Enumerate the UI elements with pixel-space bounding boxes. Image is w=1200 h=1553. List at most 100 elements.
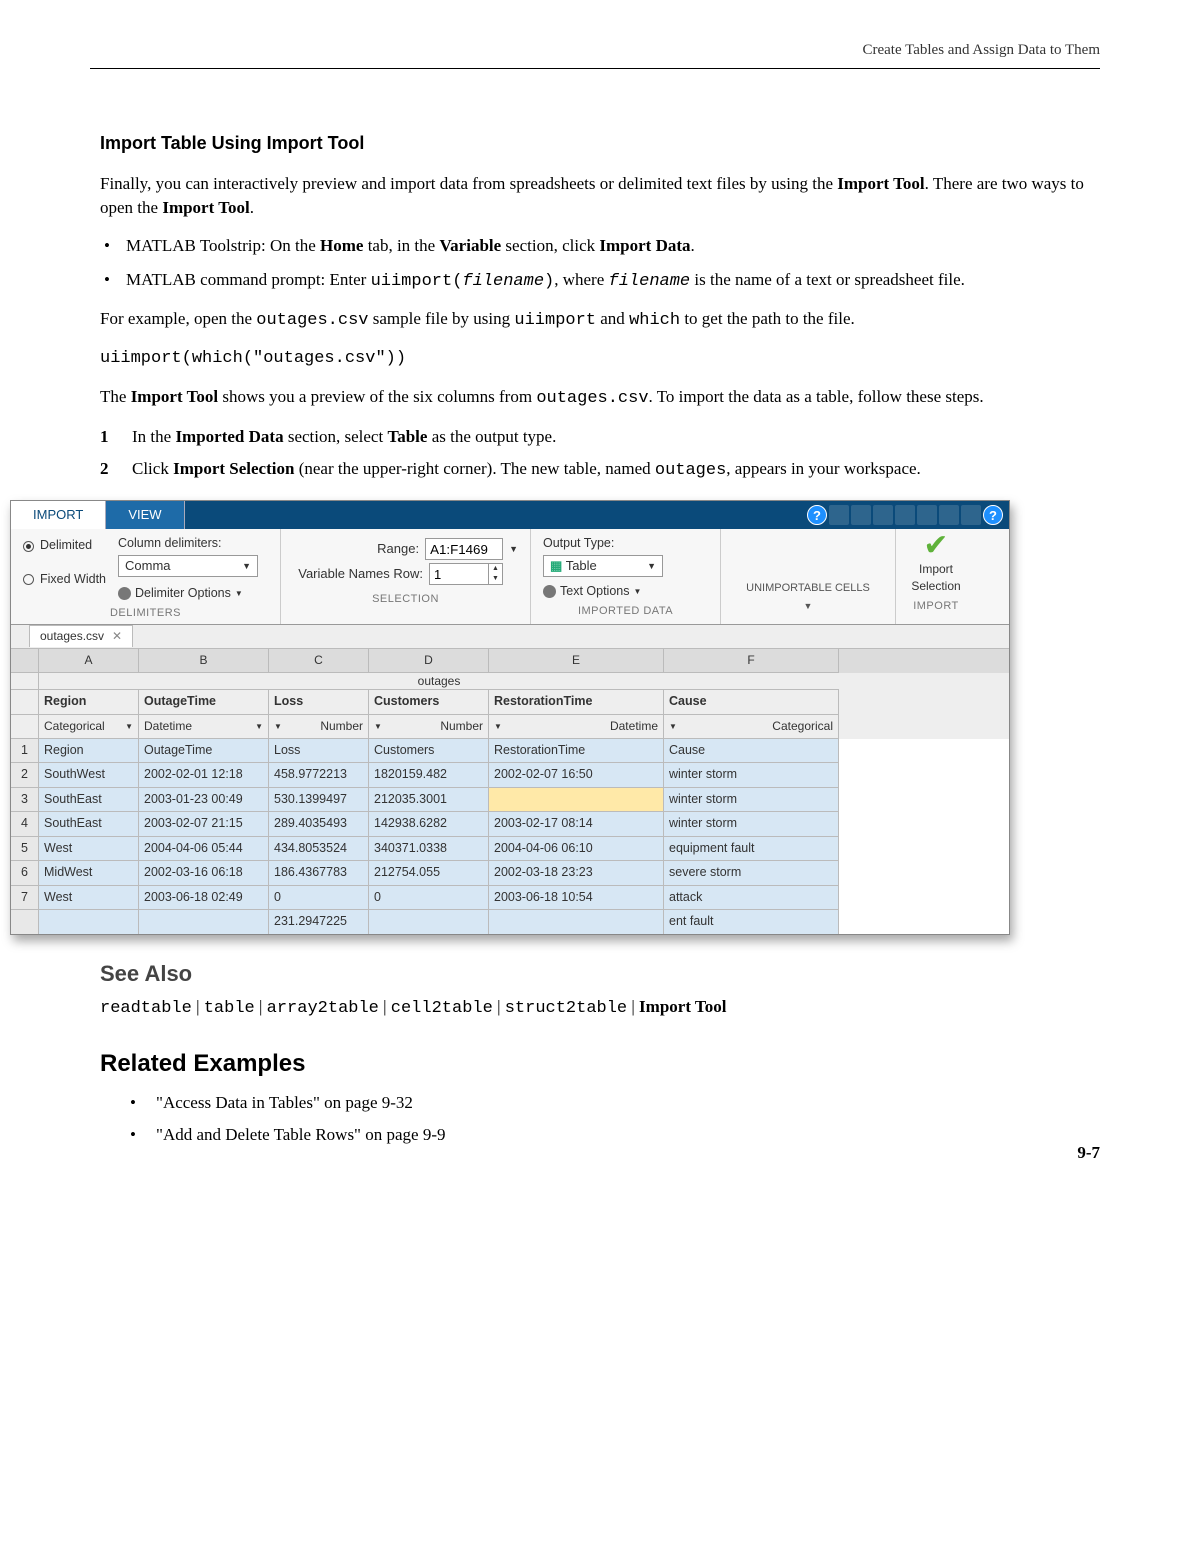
cell[interactable]: SouthEast	[39, 812, 139, 837]
row-number[interactable]: 2	[11, 763, 39, 788]
var-header[interactable]: Cause	[664, 690, 839, 715]
cell[interactable]: 458.9772213	[269, 763, 369, 788]
output-type-select[interactable]: ▦ Table ▼	[543, 555, 663, 577]
cell[interactable]: 2002-02-01 12:18	[139, 763, 269, 788]
row-number[interactable]: 4	[11, 812, 39, 837]
col-letter[interactable]: A	[39, 649, 139, 673]
see-also-link[interactable]: readtable	[100, 999, 192, 1018]
cell[interactable]: 2002-02-07 16:50	[489, 763, 664, 788]
cell[interactable]: 530.1399497	[269, 788, 369, 813]
redo-icon[interactable]	[939, 505, 959, 525]
col-letter[interactable]: C	[269, 649, 369, 673]
cell[interactable]: 2004-04-06 05:44	[139, 837, 269, 862]
close-icon[interactable]: ✕	[112, 628, 122, 645]
paste-icon[interactable]	[895, 505, 915, 525]
var-type-select[interactable]: ▼Categorical	[664, 715, 839, 739]
print-icon[interactable]	[961, 505, 981, 525]
var-type-select[interactable]: ▼Number	[269, 715, 369, 739]
cell[interactable]	[489, 910, 664, 934]
see-also-link[interactable]: Import Tool	[639, 997, 726, 1016]
var-header[interactable]: RestorationTime	[489, 690, 664, 715]
cell[interactable]: SouthEast	[39, 788, 139, 813]
cell[interactable]: 212035.3001	[369, 788, 489, 813]
cell[interactable]: winter storm	[664, 763, 839, 788]
cell[interactable]: 2003-06-18 02:49	[139, 886, 269, 911]
var-type-select[interactable]: ▼Number	[369, 715, 489, 739]
chevron-down-icon[interactable]: ▼	[804, 600, 813, 613]
cell[interactable]: winter storm	[664, 788, 839, 813]
cell[interactable]: 340371.0338	[369, 837, 489, 862]
spinner-value[interactable]	[430, 564, 488, 584]
cell[interactable]: West	[39, 837, 139, 862]
document-tab[interactable]: outages.csv ✕	[29, 625, 133, 647]
chevron-down-icon[interactable]: ▼	[509, 543, 518, 556]
cell[interactable]: 142938.6282	[369, 812, 489, 837]
text-options-button[interactable]: Text Options ▼	[543, 583, 708, 601]
spinner-up-icon[interactable]: ▲	[488, 564, 502, 574]
row-number[interactable]: 7	[11, 886, 39, 911]
cell[interactable]: ent fault	[664, 910, 839, 934]
row-number[interactable]: 3	[11, 788, 39, 813]
cell[interactable]: 231.2947225	[269, 910, 369, 934]
cell[interactable]	[139, 910, 269, 934]
cell[interactable]: equipment fault	[664, 837, 839, 862]
cell[interactable]: 2002-03-16 06:18	[139, 861, 269, 886]
var-header[interactable]: Customers	[369, 690, 489, 715]
radio-fixed-width[interactable]: Fixed Width	[23, 571, 106, 589]
see-also-link[interactable]: cell2table	[391, 999, 493, 1018]
save-icon[interactable]	[829, 505, 849, 525]
var-type-select[interactable]: Categorical▼	[39, 715, 139, 739]
column-delimiter-select[interactable]: Comma▼	[118, 555, 258, 577]
row-number[interactable]: 5	[11, 837, 39, 862]
cell[interactable]: attack	[664, 886, 839, 911]
cell[interactable]: Cause	[664, 739, 839, 764]
spinner-down-icon[interactable]: ▼	[488, 574, 502, 584]
cell[interactable]: 0	[369, 886, 489, 911]
cell[interactable]: Customers	[369, 739, 489, 764]
var-header[interactable]: Loss	[269, 690, 369, 715]
cell[interactable]: 1820159.482	[369, 763, 489, 788]
cell[interactable]: winter storm	[664, 812, 839, 837]
table-name-cell[interactable]: outages	[39, 673, 839, 691]
radio-delimited[interactable]: Delimited	[23, 537, 106, 555]
variable-names-row-spinner[interactable]: ▲▼	[429, 563, 503, 585]
see-also-link[interactable]: struct2table	[505, 999, 627, 1018]
cell[interactable]	[39, 910, 139, 934]
help-icon[interactable]: ?	[807, 505, 827, 525]
cell[interactable]: 2002-03-18 23:23	[489, 861, 664, 886]
help2-icon[interactable]: ?	[983, 505, 1003, 525]
tab-import[interactable]: IMPORT	[11, 501, 106, 529]
cell[interactable]: OutageTime	[139, 739, 269, 764]
cell[interactable]: MidWest	[39, 861, 139, 886]
tab-view[interactable]: VIEW	[106, 501, 184, 529]
related-link[interactable]: "Add and Delete Table Rows" on page 9-9	[130, 1123, 1100, 1147]
cell[interactable]: 0	[269, 886, 369, 911]
import-selection-button[interactable]: ✔	[919, 535, 953, 561]
var-header[interactable]: OutageTime	[139, 690, 269, 715]
cell[interactable]: Region	[39, 739, 139, 764]
var-header[interactable]: Region	[39, 690, 139, 715]
see-also-link[interactable]: table	[204, 999, 255, 1018]
cell[interactable]: 289.4035493	[269, 812, 369, 837]
cell[interactable]: 2003-02-07 21:15	[139, 812, 269, 837]
col-letter[interactable]: F	[664, 649, 839, 673]
row-number[interactable]: 1	[11, 739, 39, 764]
delimiter-options-button[interactable]: Delimiter Options ▼	[118, 585, 258, 603]
col-letter[interactable]: E	[489, 649, 664, 673]
see-also-link[interactable]: array2table	[267, 999, 379, 1018]
cell[interactable]: 2003-01-23 00:49	[139, 788, 269, 813]
cell[interactable]: severe storm	[664, 861, 839, 886]
cell[interactable]: 434.8053524	[269, 837, 369, 862]
cell[interactable]: RestorationTime	[489, 739, 664, 764]
undo-icon[interactable]	[917, 505, 937, 525]
col-letter[interactable]: D	[369, 649, 489, 673]
row-number[interactable]: 6	[11, 861, 39, 886]
cell[interactable]: 2003-06-18 10:54	[489, 886, 664, 911]
col-letter[interactable]: B	[139, 649, 269, 673]
cell[interactable]: Loss	[269, 739, 369, 764]
cut-icon[interactable]	[851, 505, 871, 525]
copy-icon[interactable]	[873, 505, 893, 525]
range-input[interactable]	[425, 538, 503, 560]
cell[interactable]	[369, 910, 489, 934]
related-link[interactable]: "Access Data in Tables" on page 9-32	[130, 1091, 1100, 1115]
